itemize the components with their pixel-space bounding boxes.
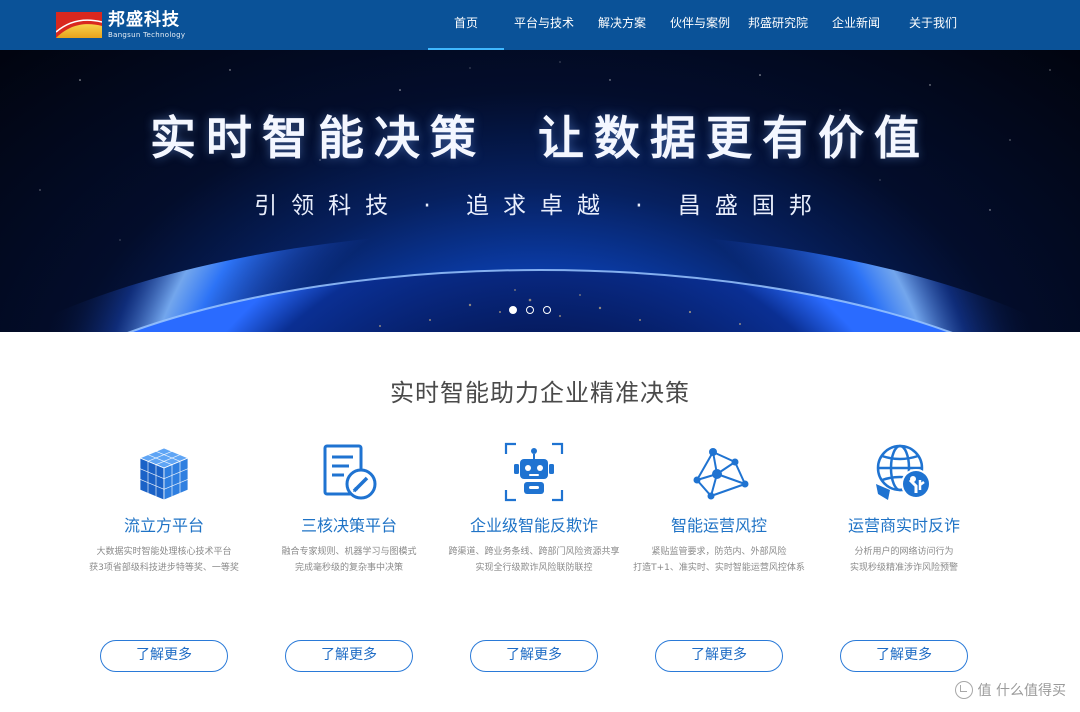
logo-chinese-name: 邦盛科技 [108, 9, 180, 30]
card-title[interactable]: 流立方平台 [74, 512, 254, 536]
card-description-line: 实现秒级精准涉诈风险预警 [849, 563, 958, 573]
card-title[interactable]: 运营商实时反诈 [814, 512, 994, 536]
card-title[interactable]: 三核决策平台 [259, 512, 439, 536]
hero-banner[interactable]: 实时智能决策 让数据更有价值 引领科技 · 追求卓越 · 昌盛国邦 [0, 50, 1080, 332]
carousel-dot-2[interactable] [526, 306, 534, 314]
card-description-line: 完成毫秒级的复杂事中决策 [294, 563, 403, 573]
nav-item-company-news[interactable]: 企业新闻 [824, 0, 888, 50]
watermark-logo-icon [954, 681, 973, 699]
logo-english-name: Bangsun Technology [108, 30, 186, 39]
card-description-line: 跨渠道、跨业务条线、跨部门风险资源共享 [448, 547, 620, 557]
learn-more-button[interactable]: 了解更多 [470, 640, 598, 672]
card-description: 融合专家规则、机器学习与图模式 完成毫秒级的复杂事中决策 [259, 544, 439, 576]
nav-item-about-us[interactable]: 关于我们 [900, 0, 966, 50]
card-description-line: 大数据实时智能处理核心技术平台 [96, 547, 232, 557]
nav-item-research-institute[interactable]: 邦盛研究院 [742, 0, 814, 50]
learn-more-button[interactable]: 了解更多 [100, 640, 228, 672]
nav-item-platform-tech[interactable]: 平台与技术 [508, 0, 580, 50]
card-description: 大数据实时智能处理核心技术平台 获3项省部级科技进步特等奖、一等奖 [74, 544, 254, 576]
nav-item-solutions[interactable]: 解决方案 [588, 0, 656, 50]
nav-item-partners-cases[interactable]: 伙伴与案例 [664, 0, 736, 50]
card-title[interactable]: 企业级智能反欺诈 [444, 512, 624, 536]
card-description: 分析用户的网络访问行为 实现秒级精准涉诈风险预警 [814, 544, 994, 576]
banner-tagline: 引领科技 · 追求卓越 · 昌盛国邦 [254, 193, 826, 219]
product-card-liulifang: 流立方平台 大数据实时智能处理核心技术平台 获3项省部级科技进步特等奖、一等奖 [74, 440, 254, 576]
network-nodes-icon [693, 448, 749, 500]
source-watermark: 值 什么值得买 [954, 680, 1066, 700]
section-heading: 实时智能助力企业精准决策 [390, 379, 690, 407]
globe-shield-icon [876, 444, 931, 500]
card-description-line: 融合专家规则、机器学习与图模式 [281, 547, 417, 557]
learn-more-button[interactable]: 了解更多 [285, 640, 413, 672]
learn-more-button[interactable]: 了解更多 [655, 640, 783, 672]
brand-logo[interactable]: 邦盛科技 Bangsun Technology [56, 10, 185, 40]
watermark-text: 值 什么值得买 [977, 683, 1066, 699]
product-card-carrier-anti-fraud: 运营商实时反诈 分析用户的网络访问行为 实现秒级精准涉诈风险预警 [814, 440, 994, 576]
document-edit-icon [323, 444, 377, 500]
logo-mark-icon [56, 12, 102, 38]
top-navigation-bar: 邦盛科技 Bangsun Technology 首页 平台与技术 解决方案 伙伴… [0, 0, 1080, 50]
card-description-line: 实现全行级欺诈风险联防联控 [475, 563, 593, 573]
product-card-anti-fraud: 企业级智能反欺诈 跨渠道、跨业务条线、跨部门风险资源共享 实现全行级欺诈风险联防… [444, 440, 624, 576]
carousel-dot-1[interactable] [509, 306, 517, 314]
card-title[interactable]: 智能运营风控 [629, 512, 809, 536]
card-description-line: 分析用户的网络访问行为 [854, 547, 954, 557]
cube-stack-icon [138, 447, 190, 501]
carousel-dot-3[interactable] [543, 306, 551, 314]
card-description-line: 打造T+1、准实时、实时智能运营风控体系 [633, 563, 805, 573]
card-description: 紧贴监管要求，防范内、外部风险 打造T+1、准实时、实时智能运营风控体系 [629, 544, 809, 576]
banner-headline: 实时智能决策 让数据更有价值 [149, 111, 931, 165]
card-description-line: 紧贴监管要求，防范内、外部风险 [651, 547, 787, 557]
carousel-indicators [509, 306, 551, 314]
card-description: 跨渠道、跨业务条线、跨部门风险资源共享 实现全行级欺诈风险联防联控 [444, 544, 624, 576]
learn-more-button[interactable]: 了解更多 [840, 640, 968, 672]
card-description-line: 获3项省部级科技进步特等奖、一等奖 [89, 563, 239, 573]
robot-icon [504, 442, 564, 502]
product-card-operations-risk: 智能运营风控 紧贴监管要求，防范内、外部风险 打造T+1、准实时、实时智能运营风… [629, 440, 809, 576]
product-card-three-core: 三核决策平台 融合专家规则、机器学习与图模式 完成毫秒级的复杂事中决策 [259, 440, 439, 576]
nav-item-home[interactable]: 首页 [428, 0, 504, 50]
